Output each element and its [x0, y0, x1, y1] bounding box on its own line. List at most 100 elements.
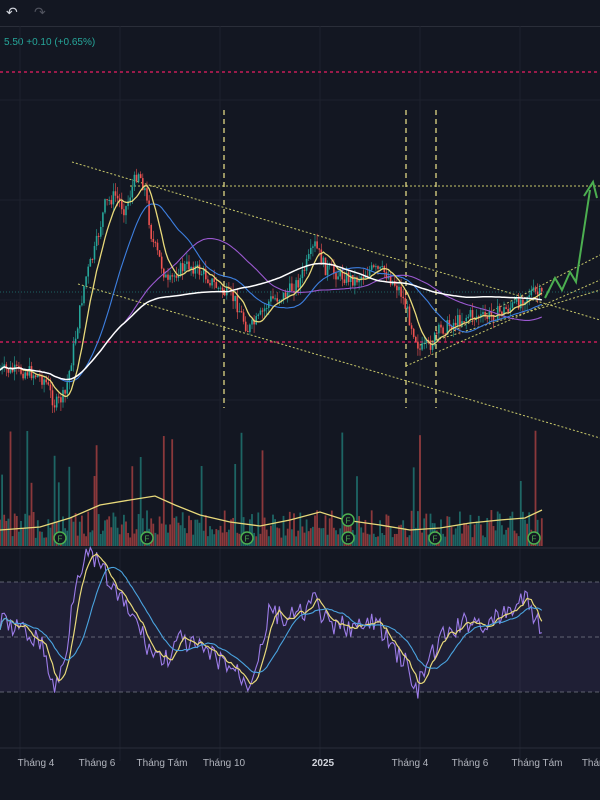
forecast-arrow — [544, 179, 598, 299]
volume-bar — [446, 516, 449, 546]
candle-body — [137, 174, 140, 182]
volume-bar — [188, 515, 190, 546]
volume-bar — [20, 520, 22, 546]
volume-bar — [511, 511, 514, 546]
volume-bar — [24, 513, 27, 546]
volume-bar — [70, 517, 73, 546]
volume-bar — [7, 518, 10, 546]
trend-line — [77, 283, 600, 439]
volume-bar — [104, 520, 106, 546]
candle-body — [536, 291, 539, 295]
candle-body — [116, 195, 119, 199]
volume-bar — [234, 463, 237, 546]
rsi-band — [0, 582, 600, 692]
candle-body — [438, 324, 440, 334]
candle-body — [530, 290, 533, 296]
volume-bar — [135, 529, 138, 546]
candle-body — [347, 272, 350, 283]
x-tick-label: Tháng 4 — [17, 758, 55, 769]
candle-body — [421, 343, 423, 350]
volume-bar — [524, 519, 526, 546]
volume-bar — [454, 528, 457, 546]
volume-bar — [286, 528, 289, 546]
redo-arrow-icon[interactable]: ↷ — [34, 4, 46, 20]
candle-body — [471, 310, 474, 319]
candle-body — [274, 298, 276, 300]
volume-bar — [261, 450, 264, 546]
candle-body — [43, 379, 45, 385]
volume-bar — [91, 530, 94, 546]
candle-body — [505, 307, 507, 309]
volume-bar — [39, 531, 41, 546]
candle-body — [181, 263, 184, 272]
volume-bar — [501, 525, 503, 546]
candle-body — [318, 248, 320, 250]
candle-body — [467, 316, 470, 318]
rsi-pane — [0, 545, 600, 699]
volume-bar — [461, 533, 463, 546]
volume-bar — [156, 534, 159, 546]
candle-body — [139, 174, 142, 179]
top-toolbar: ↶ ↷ — [0, 0, 600, 27]
candle-body — [431, 344, 434, 350]
candle-body — [291, 283, 293, 291]
volume-bar — [186, 533, 188, 546]
volume-bar — [356, 476, 358, 546]
volume-bar — [11, 536, 14, 546]
chart-canvas[interactable]: F F FFF F F — [0, 26, 600, 786]
volume-bar — [368, 534, 371, 546]
x-tick-label: Tháng — [581, 758, 600, 769]
volume-bar — [43, 537, 45, 546]
candle-body — [402, 296, 404, 299]
candle-body — [534, 287, 537, 292]
volume-bar — [209, 526, 211, 546]
candle-body — [440, 324, 442, 328]
volume-bar — [297, 530, 300, 546]
candle-body — [152, 238, 155, 243]
undo-arrow-icon[interactable]: ↶ — [6, 4, 18, 20]
volume-bar — [486, 517, 489, 546]
volume-bar — [389, 527, 392, 546]
volume-bar — [341, 432, 344, 546]
volume-bar — [335, 530, 337, 546]
volume-bar — [228, 529, 230, 546]
x-tick-label: 2025 — [311, 758, 335, 769]
volume-bar — [125, 521, 127, 546]
candle-body — [299, 278, 302, 288]
candle-body — [45, 379, 47, 383]
candle-body — [244, 321, 247, 331]
candle-body — [68, 370, 71, 383]
candle-body — [192, 266, 194, 274]
volume-bar — [129, 537, 132, 546]
candle-body — [310, 247, 312, 254]
candle-body — [171, 275, 173, 277]
volume-bar — [259, 533, 262, 546]
volume-bar — [133, 533, 136, 546]
volume-bar — [200, 466, 203, 546]
candle-body — [463, 321, 465, 323]
candle-body — [316, 241, 318, 249]
volume-bar — [99, 533, 102, 546]
candle-body — [51, 390, 54, 406]
volume-bar — [204, 515, 207, 546]
candle-body — [408, 306, 411, 326]
candle-body — [160, 256, 163, 269]
volume-bar — [240, 432, 243, 546]
candle-body — [486, 316, 488, 319]
volume-bar — [13, 513, 16, 546]
candle-body — [100, 226, 102, 237]
x-tick-label: Tháng 6 — [451, 758, 489, 769]
volume-bar — [183, 528, 186, 546]
candle-body — [102, 212, 104, 227]
candle-body — [415, 336, 417, 342]
candle-body — [167, 274, 169, 280]
volume-bar — [362, 532, 365, 546]
volume-bar — [425, 513, 428, 546]
candle-body — [263, 308, 266, 312]
volume-bar — [295, 536, 297, 546]
volume-bar — [255, 536, 258, 546]
x-tick-label: Tháng Tám — [136, 758, 188, 769]
candle-body — [196, 264, 199, 267]
volume-bar — [181, 512, 184, 546]
volume-bar — [97, 514, 100, 546]
